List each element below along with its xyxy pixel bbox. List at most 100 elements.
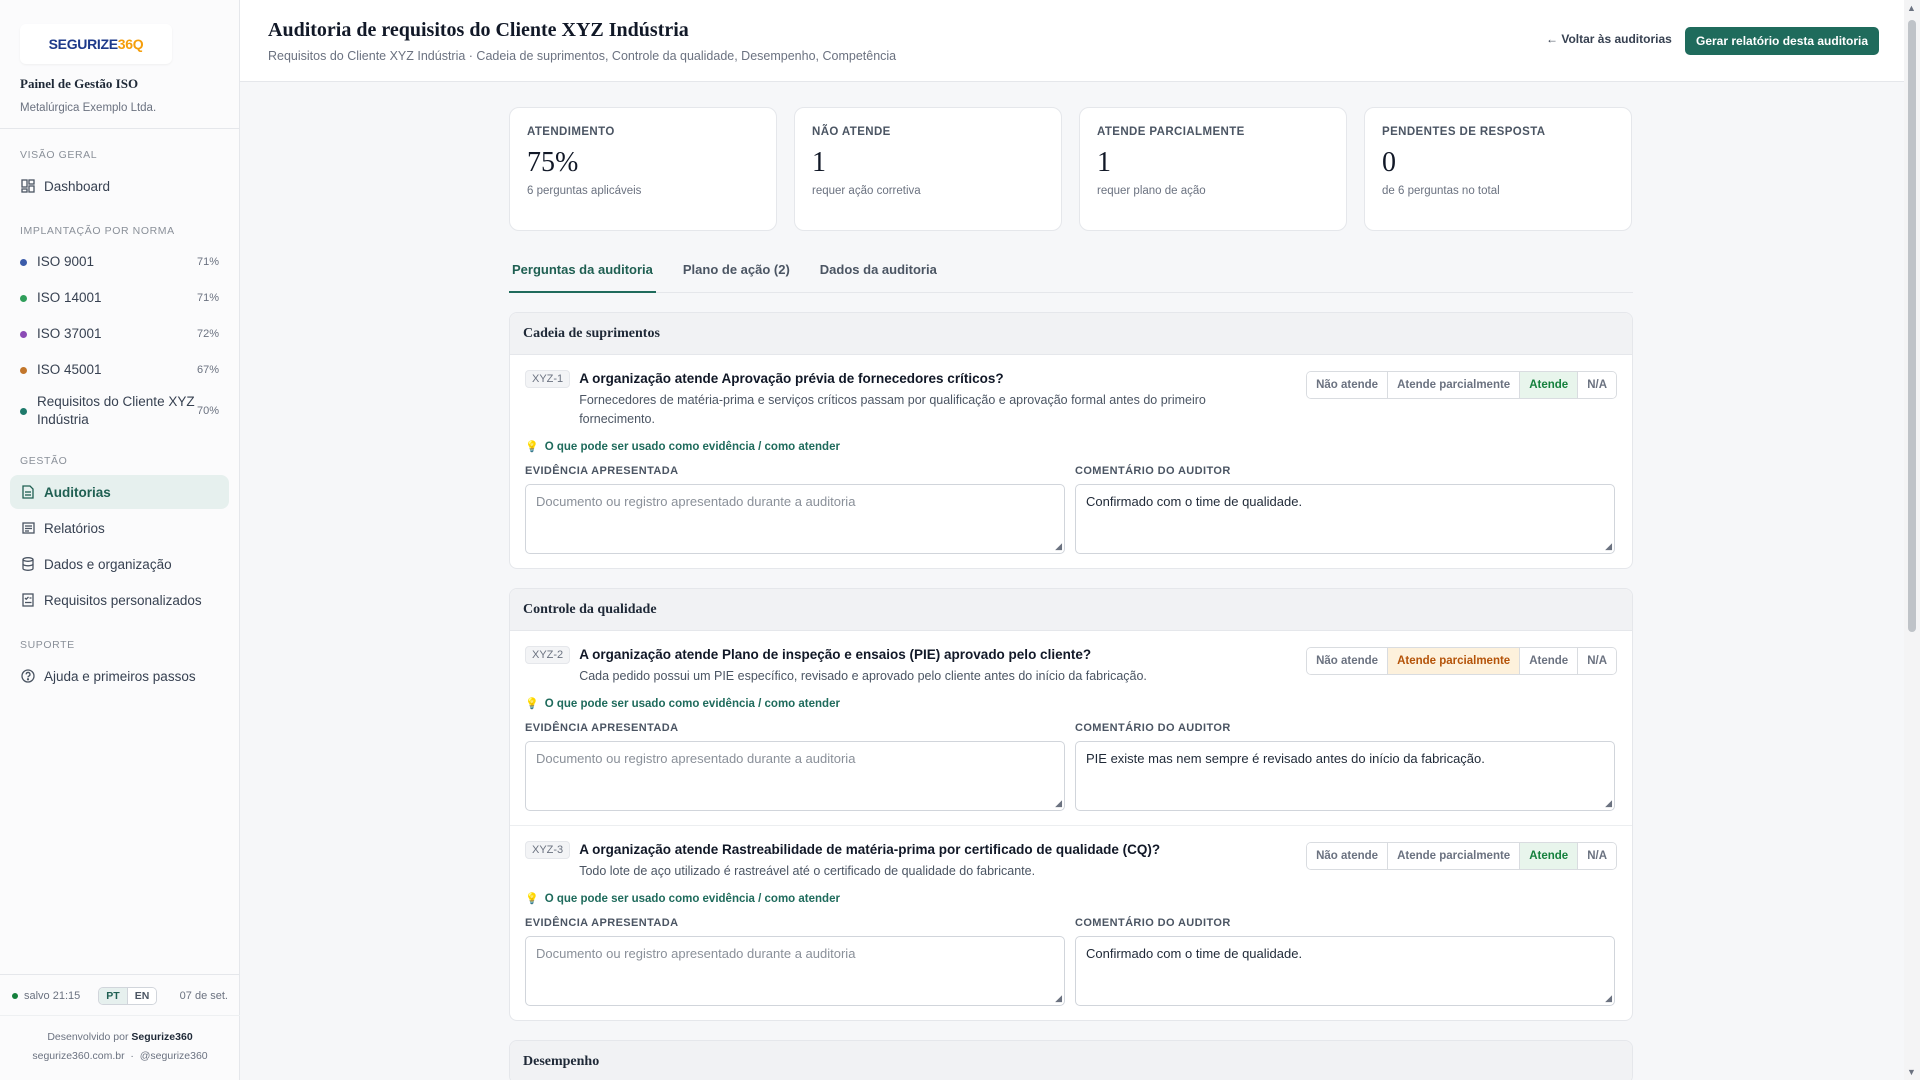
evidence-hint-label: O que pode ser usado como evidência / co… xyxy=(544,892,840,905)
evidence-textarea[interactable]: Documento ou registro apresentado durant… xyxy=(525,484,1065,554)
scroll-down-arrow-icon[interactable]: ▼ xyxy=(1907,1067,1916,1077)
comment-label: COMENTÁRIO DO AUDITOR xyxy=(1075,917,1231,929)
stat-card: ATENDE PARCIALMENTE 1 requer plano de ação xyxy=(1079,107,1347,231)
sidebar-item-label: Ajuda e primeiros passos xyxy=(44,668,196,684)
group-title: Desempenho xyxy=(510,1041,1632,1080)
sidebar-item-audits[interactable]: Auditorias xyxy=(10,475,229,509)
social-handle-link[interactable]: @segurize360 xyxy=(140,1050,208,1062)
scroll-up-arrow-icon[interactable]: ▲ xyxy=(1907,3,1916,13)
evidence-hint-toggle[interactable]: 💡 O que pode ser usado como evidência / c… xyxy=(525,892,1617,906)
norm-color-dot xyxy=(20,258,27,266)
footer-date: 07 de set. xyxy=(179,990,228,1002)
answer-partial-button[interactable]: Atende parcialmente xyxy=(1388,372,1521,398)
tab-bar: Perguntas da auditoria Plano de ação (2) D… xyxy=(509,259,1633,293)
question-code: XYZ-2 xyxy=(525,646,571,664)
tab-questions[interactable]: Perguntas da auditoria xyxy=(509,259,656,293)
help-icon xyxy=(20,668,36,684)
saved-status-dot xyxy=(12,993,18,999)
auditor-comment-textarea[interactable]: PIE existe mas nem sempre é revisado ant… xyxy=(1075,741,1615,811)
logo-number: 36 xyxy=(117,36,133,52)
evidence-label: EVIDÊNCIA APRESENTADA xyxy=(525,722,679,734)
group-title: Cadeia de suprimentos xyxy=(510,313,1632,355)
back-to-audits-link[interactable]: ← Voltar às auditorias xyxy=(1546,32,1672,46)
evidence-textarea[interactable]: Documento ou registro apresentado durant… xyxy=(525,936,1065,1006)
question-title: A organização atende Aprovação prévia de… xyxy=(579,371,1004,386)
stat-value: 75% xyxy=(527,147,579,178)
answer-na-button[interactable]: N/A xyxy=(1578,648,1616,674)
answer-partial-button[interactable]: Atende parcialmente xyxy=(1388,843,1521,869)
answer-fields: EVIDÊNCIA APRESENTADA Documento ou regist… xyxy=(525,722,1617,811)
resize-handle-icon[interactable]: ◢ xyxy=(1055,798,1062,809)
scroll-thumb[interactable] xyxy=(1908,20,1916,632)
resize-handle-icon[interactable]: ◢ xyxy=(1605,993,1612,1004)
question-body: A organização atende Aprovação prévia de… xyxy=(579,371,1239,429)
lang-pt-button[interactable]: PT xyxy=(99,988,128,1004)
sidebar-item-norm[interactable]: ISO 37001 72% xyxy=(10,317,229,351)
saved-status: salvo 21:15 xyxy=(24,990,81,1002)
norm-label: ISO 37001 xyxy=(37,326,102,341)
stat-label: ATENDE PARCIALMENTE xyxy=(1097,126,1245,138)
sidebar-item-norm[interactable]: ISO 14001 71% xyxy=(10,281,229,315)
answer-met-button[interactable]: Atende xyxy=(1520,843,1579,869)
stat-label: PENDENTES DE RESPOSTA xyxy=(1382,126,1546,138)
sidebar-item-norm[interactable]: ISO 45001 67% xyxy=(10,353,229,387)
answer-not-met-button[interactable]: Não atende xyxy=(1307,648,1389,674)
answer-met-button[interactable]: Atende xyxy=(1520,372,1579,398)
sidebar-item-label: Auditorias xyxy=(44,484,111,500)
credits-company-link[interactable]: Segurize360 xyxy=(131,1031,192,1043)
comment-label: COMENTÁRIO DO AUDITOR xyxy=(1075,722,1231,734)
report-icon xyxy=(20,520,36,536)
sidebar-item-label: Dados e organização xyxy=(44,556,172,572)
panel-title: Painel de Gestão ISO xyxy=(20,76,139,91)
auditor-comment-textarea[interactable]: Confirmado com o time de qualidade. ◢ xyxy=(1075,936,1615,1006)
stat-card: ATENDIMENTO 75% 6 perguntas aplicáveis xyxy=(509,107,777,231)
answer-met-button[interactable]: Atende xyxy=(1520,648,1579,674)
evidence-hint-label: O que pode ser usado como evidência / co… xyxy=(544,440,840,453)
question-description: Cada pedido possui um PIE específico, re… xyxy=(579,669,1147,683)
answer-na-button[interactable]: N/A xyxy=(1578,843,1616,869)
answer-na-button[interactable]: N/A xyxy=(1578,372,1616,398)
norm-progress: 67% xyxy=(196,364,219,376)
site-link[interactable]: segurize360.com.br xyxy=(32,1050,124,1062)
nav-heading-norms: IMPLANTAÇÃO POR NORMA xyxy=(20,225,175,237)
answer-not-met-button[interactable]: Não atende xyxy=(1307,843,1389,869)
evidence-textarea[interactable]: Documento ou registro apresentado durant… xyxy=(525,741,1065,811)
sidebar-item-norm[interactable]: ISO 9001 71% xyxy=(10,245,229,279)
auditor-comment-textarea[interactable]: Confirmado com o time de qualidade. ◢ xyxy=(1075,484,1615,554)
question-title: A organização atende Plano de inspeção e… xyxy=(579,647,1092,662)
generate-report-button[interactable]: Gerar relatório desta auditoria xyxy=(1685,27,1880,55)
answer-not-met-button[interactable]: Não atende xyxy=(1307,372,1389,398)
resize-handle-icon[interactable]: ◢ xyxy=(1605,798,1612,809)
question-body: A organização atende Rastreabilidade de … xyxy=(579,842,1239,881)
logo-mark: Q xyxy=(132,36,144,52)
resize-handle-icon[interactable]: ◢ xyxy=(1055,993,1062,1004)
evidence-hint-toggle[interactable]: 💡 O que pode ser usado como evidência / c… xyxy=(525,697,1617,711)
stat-caption: requer ação corretiva xyxy=(812,185,921,197)
sidebar-item-data-organization[interactable]: Dados e organização xyxy=(10,547,229,581)
logo-word: SEGURIZE xyxy=(48,36,118,52)
answer-selector: Não atende Atende parcialmente Atende N/A xyxy=(1306,842,1617,870)
answer-partial-button[interactable]: Atende parcialmente xyxy=(1388,648,1521,674)
tab-action-plan[interactable]: Plano de ação (2) xyxy=(680,259,793,293)
lang-en-button[interactable]: EN xyxy=(127,988,157,1004)
dashboard-icon xyxy=(20,178,36,194)
resize-handle-icon[interactable]: ◢ xyxy=(1055,541,1062,552)
main-content: ATENDIMENTO 75% 6 perguntas aplicáveis NÃO … xyxy=(509,107,1633,1080)
sidebar-item-label: Dashboard xyxy=(44,178,111,194)
scrollbar[interactable]: ▲ ▼ xyxy=(1904,0,1920,1080)
sidebar-item-custom-requirements[interactable]: Requisitos personalizados xyxy=(10,583,229,617)
sidebar-item-reports[interactable]: Relatórios xyxy=(10,511,229,545)
sidebar-item-dashboard[interactable]: Dashboard xyxy=(10,169,229,203)
page-title: Auditoria de requisitos do Cliente XYZ I… xyxy=(268,19,689,41)
tab-audit-data[interactable]: Dados da auditoria xyxy=(817,259,940,293)
resize-handle-icon[interactable]: ◢ xyxy=(1605,541,1612,552)
logo[interactable]: SEGURIZE36Q xyxy=(20,24,172,64)
norm-color-dot xyxy=(20,330,27,338)
sidebar: SEGURIZE36Q Painel de Gestão ISO Metalúr… xyxy=(0,0,240,1080)
sidebar-item-norm[interactable]: Requisitos do Cliente XYZ Indústria 70% xyxy=(10,389,229,433)
evidence-hint-toggle[interactable]: 💡 O que pode ser usado como evidência / c… xyxy=(525,440,1617,454)
sidebar-item-help[interactable]: Ajuda e primeiros passos xyxy=(10,659,229,693)
stat-label: ATENDIMENTO xyxy=(527,126,615,138)
evidence-field: EVIDÊNCIA APRESENTADA Documento ou regist… xyxy=(525,917,1065,1006)
norm-label: Requisitos do Cliente XYZ Indústria xyxy=(37,394,195,427)
